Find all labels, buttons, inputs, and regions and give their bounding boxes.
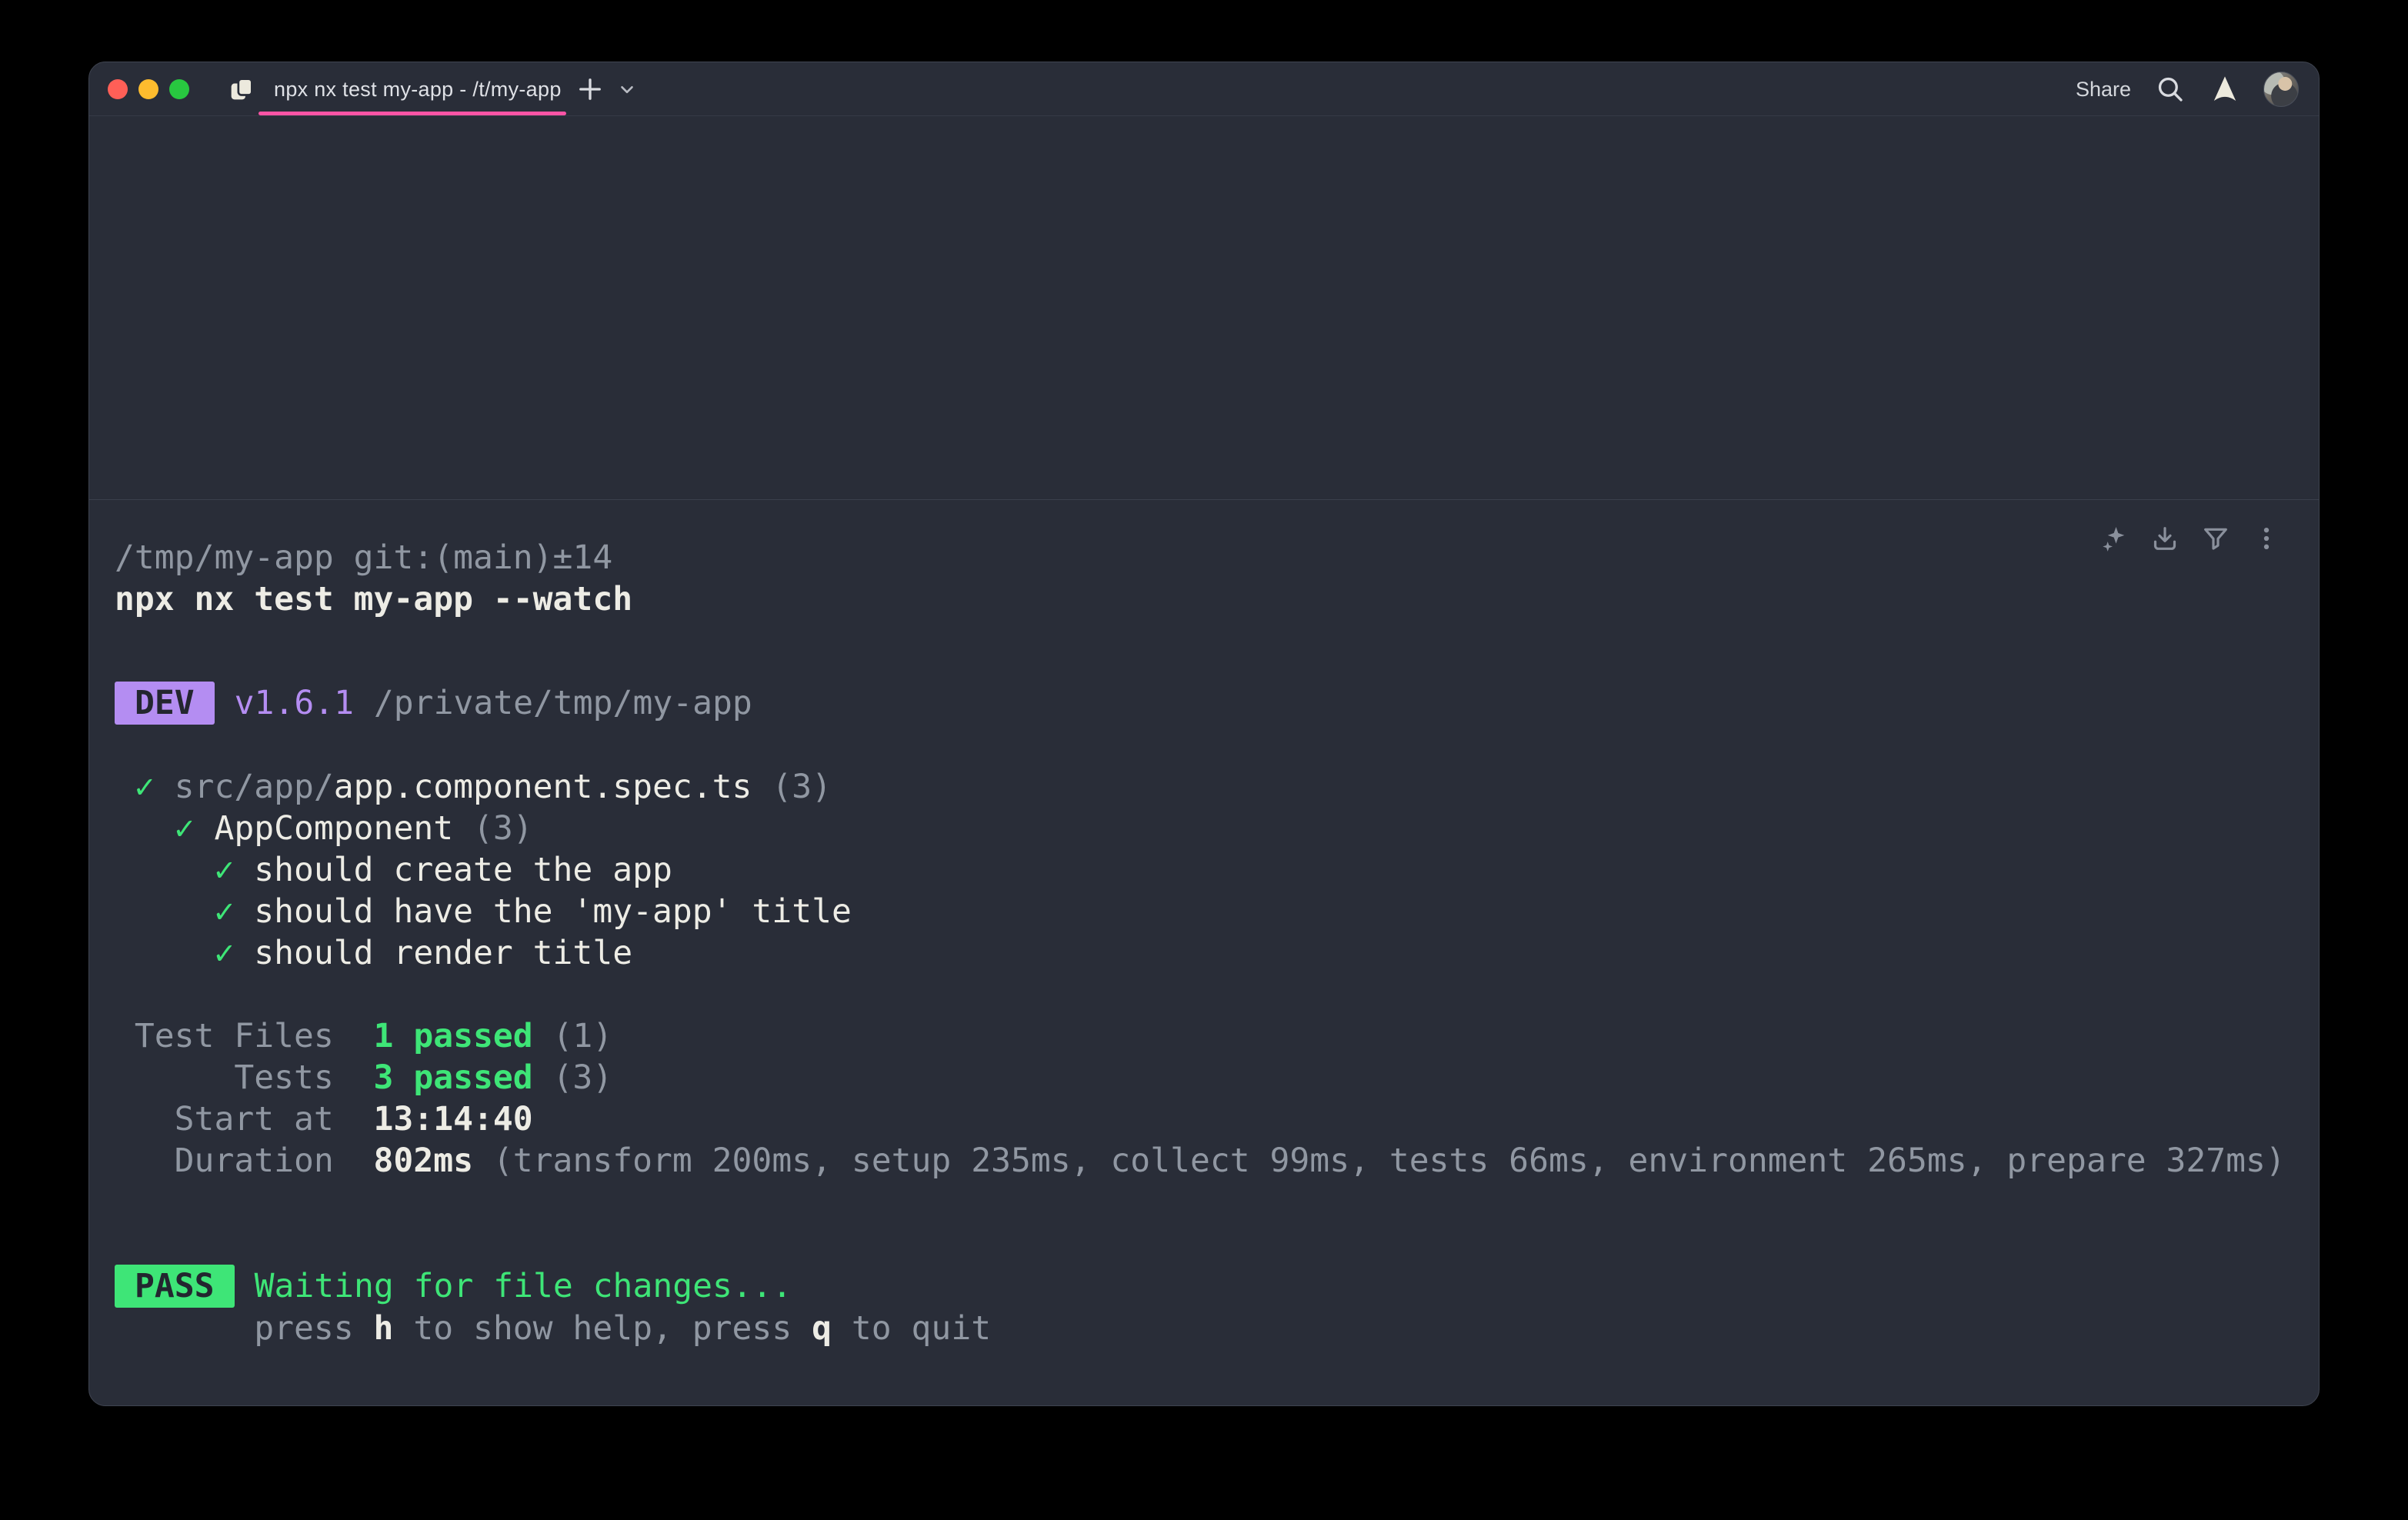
chevron-down-icon [617, 79, 637, 99]
help-key-q: q [812, 1309, 832, 1348]
check-icon: ✓ [115, 851, 254, 889]
title-bar: npx nx test my-app - /t/my-app Sh [89, 62, 2319, 116]
close-button[interactable] [108, 79, 128, 99]
terminal-tab[interactable]: npx nx test my-app - /t/my-app [212, 62, 575, 116]
check-icon: ✓ [115, 892, 254, 931]
more-vertical-icon [2251, 523, 2282, 554]
share-button[interactable]: Share [2076, 78, 2131, 102]
summary-tests: Tests 3 passed (3) [115, 1057, 2319, 1098]
summary-total: (1) [533, 1017, 613, 1055]
warp-logo-icon [2210, 74, 2240, 105]
suite-line: ✓ AppComponent (3) [115, 808, 2319, 849]
spec-filename: app.component.spec.ts [334, 768, 752, 806]
minimize-button[interactable] [138, 79, 158, 99]
summary-start-at: Start at 13:14:40 [115, 1098, 2319, 1140]
summary-value: 3 passed [374, 1058, 533, 1097]
summary-value: 802ms [374, 1142, 473, 1180]
plus-icon [574, 73, 606, 105]
summary-duration: Duration 802ms (transform 200ms, setup 2… [115, 1140, 2319, 1182]
test-case-line: ✓ should render title [115, 932, 2319, 974]
blank-line [115, 725, 2319, 766]
check-icon: ✓ [115, 934, 254, 972]
sparkles-icon [2099, 523, 2130, 554]
block-more-options-button[interactable] [2251, 523, 2282, 554]
filter-output-button[interactable] [2200, 523, 2231, 554]
summary-label: Duration [115, 1142, 374, 1180]
help-text: press [115, 1309, 374, 1348]
suite-count: (3) [453, 809, 533, 848]
watch-status-text: Waiting for file changes... [255, 1267, 792, 1305]
command-block[interactable]: /tmp/my-app git:(main)±14npx nx test my-… [89, 499, 2319, 1405]
summary-value: 1 passed [374, 1017, 533, 1055]
prompt-text: /tmp/my-app git:(main)±14 [115, 538, 612, 577]
warp-terminal-window: npx nx test my-app - /t/my-app Sh [88, 62, 2320, 1406]
test-name: should render title [254, 934, 632, 972]
blank-line [115, 1223, 2319, 1265]
filter-icon [2200, 523, 2231, 554]
download-block-button[interactable] [2150, 523, 2180, 554]
help-text: to quit [832, 1309, 991, 1348]
pass-badge: PASS [115, 1265, 235, 1308]
tab-dropdown-button[interactable] [617, 79, 637, 99]
help-text: to show help, press [393, 1309, 812, 1348]
test-name: should create the app [254, 851, 672, 889]
zoom-button[interactable] [169, 79, 189, 99]
command-text: npx nx test my-app --watch [115, 580, 632, 618]
help-key-h: h [374, 1309, 394, 1348]
pass-status-line: PASS Waiting for file changes... [115, 1265, 2319, 1308]
warp-menu-button[interactable] [2210, 74, 2240, 105]
suite-name: AppComponent [214, 809, 453, 848]
terminal-lines: /tmp/my-app git:(main)±14npx nx test my-… [115, 537, 2319, 1349]
summary-test-files: Test Files 1 passed (1) [115, 1015, 2319, 1057]
summary-value: 13:14:40 [374, 1100, 533, 1138]
blank-line [115, 974, 2319, 1015]
spacer [115, 620, 2319, 682]
dev-badge: DEV [115, 682, 215, 725]
spec-count: (3) [752, 768, 832, 806]
download-icon [2150, 523, 2180, 554]
summary-total: (3) [533, 1058, 613, 1097]
check-icon: ✓ [115, 809, 214, 848]
terminal-scrollback [89, 117, 2319, 499]
blank-line [115, 1182, 2319, 1223]
command-line: npx nx test my-app --watch [115, 578, 2319, 620]
help-line: press h to show help, press q to quit [115, 1308, 2319, 1349]
working-directory: /private/tmp/my-app [354, 684, 752, 722]
search-icon [2154, 73, 2186, 105]
summary-label: Start at [115, 1100, 374, 1138]
pages-icon [226, 74, 257, 105]
summary-breakdown: (transform 200ms, setup 235ms, collect 9… [473, 1142, 2286, 1180]
new-tab-button[interactable] [574, 73, 606, 105]
test-case-line: ✓ should create the app [115, 849, 2319, 891]
tab-title: npx nx test my-app - /t/my-app [274, 78, 562, 102]
block-toolbar [2099, 523, 2282, 554]
check-icon: ✓ [115, 768, 175, 806]
summary-label: Tests [115, 1058, 374, 1097]
summary-label: Test Files [115, 1017, 374, 1055]
spec-file-line: ✓ src/app/app.component.spec.ts (3) [115, 766, 2319, 808]
tab-active-indicator [258, 112, 566, 115]
search-button[interactable] [2154, 73, 2186, 105]
spec-path: src/app/ [175, 768, 334, 806]
vitest-version: v1.6.1 [235, 684, 354, 722]
dev-server-line: DEV v1.6.1 /private/tmp/my-app [115, 682, 2319, 725]
prompt-line: /tmp/my-app git:(main)±14 [115, 537, 2319, 578]
user-avatar[interactable] [2263, 72, 2299, 107]
ai-explain-button[interactable] [2099, 523, 2130, 554]
test-case-line: ✓ should have the 'my-app' title [115, 891, 2319, 932]
test-name: should have the 'my-app' title [254, 892, 852, 931]
